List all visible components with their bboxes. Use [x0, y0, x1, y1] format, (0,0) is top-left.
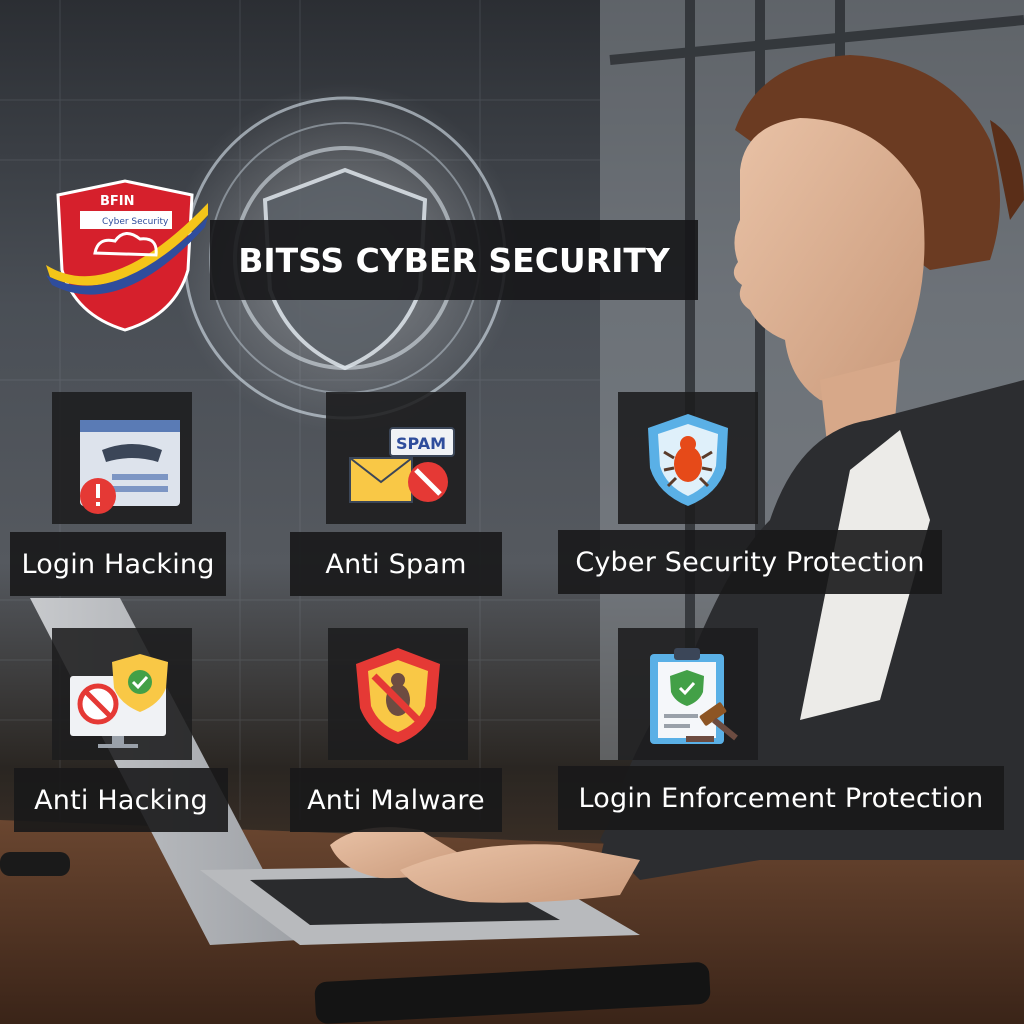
anti-spam-panel: SPAM — [326, 392, 466, 524]
feature-label-anti-spam: Anti Spam — [290, 532, 502, 596]
clipboard-gavel-icon — [650, 648, 738, 744]
anti-hacking-monitor-icon — [70, 654, 168, 748]
svg-text:Cyber Security: Cyber Security — [102, 217, 169, 227]
bug-shield-icon — [648, 414, 728, 506]
page-title: BITSS CYBER SECURITY — [210, 220, 698, 300]
login-enforcement-panel — [618, 628, 758, 760]
bfin-cyber-security-logo: BFIN Cyber Security — [46, 179, 208, 332]
malware-shield-icon — [356, 648, 440, 744]
login-hacking-icon — [80, 420, 180, 514]
feature-label-anti-hacking: Anti Hacking — [14, 768, 228, 832]
feature-label-login-hacking: Login Hacking — [10, 532, 226, 596]
feature-label-login-enforcement-protection: Login Enforcement Protection — [558, 766, 1004, 830]
spam-mail-icon: SPAM — [349, 427, 455, 503]
svg-text:SPAM: SPAM — [396, 434, 446, 453]
feature-label-anti-malware: Anti Malware — [290, 768, 502, 832]
feature-label-cyber-security-protection: Cyber Security Protection — [558, 530, 942, 594]
anti-hacking-panel — [52, 628, 192, 760]
login-hacking-panel — [52, 392, 192, 524]
anti-malware-panel — [328, 628, 468, 760]
cyber-security-protection-panel — [618, 392, 758, 524]
svg-text:BFIN: BFIN — [100, 194, 135, 209]
